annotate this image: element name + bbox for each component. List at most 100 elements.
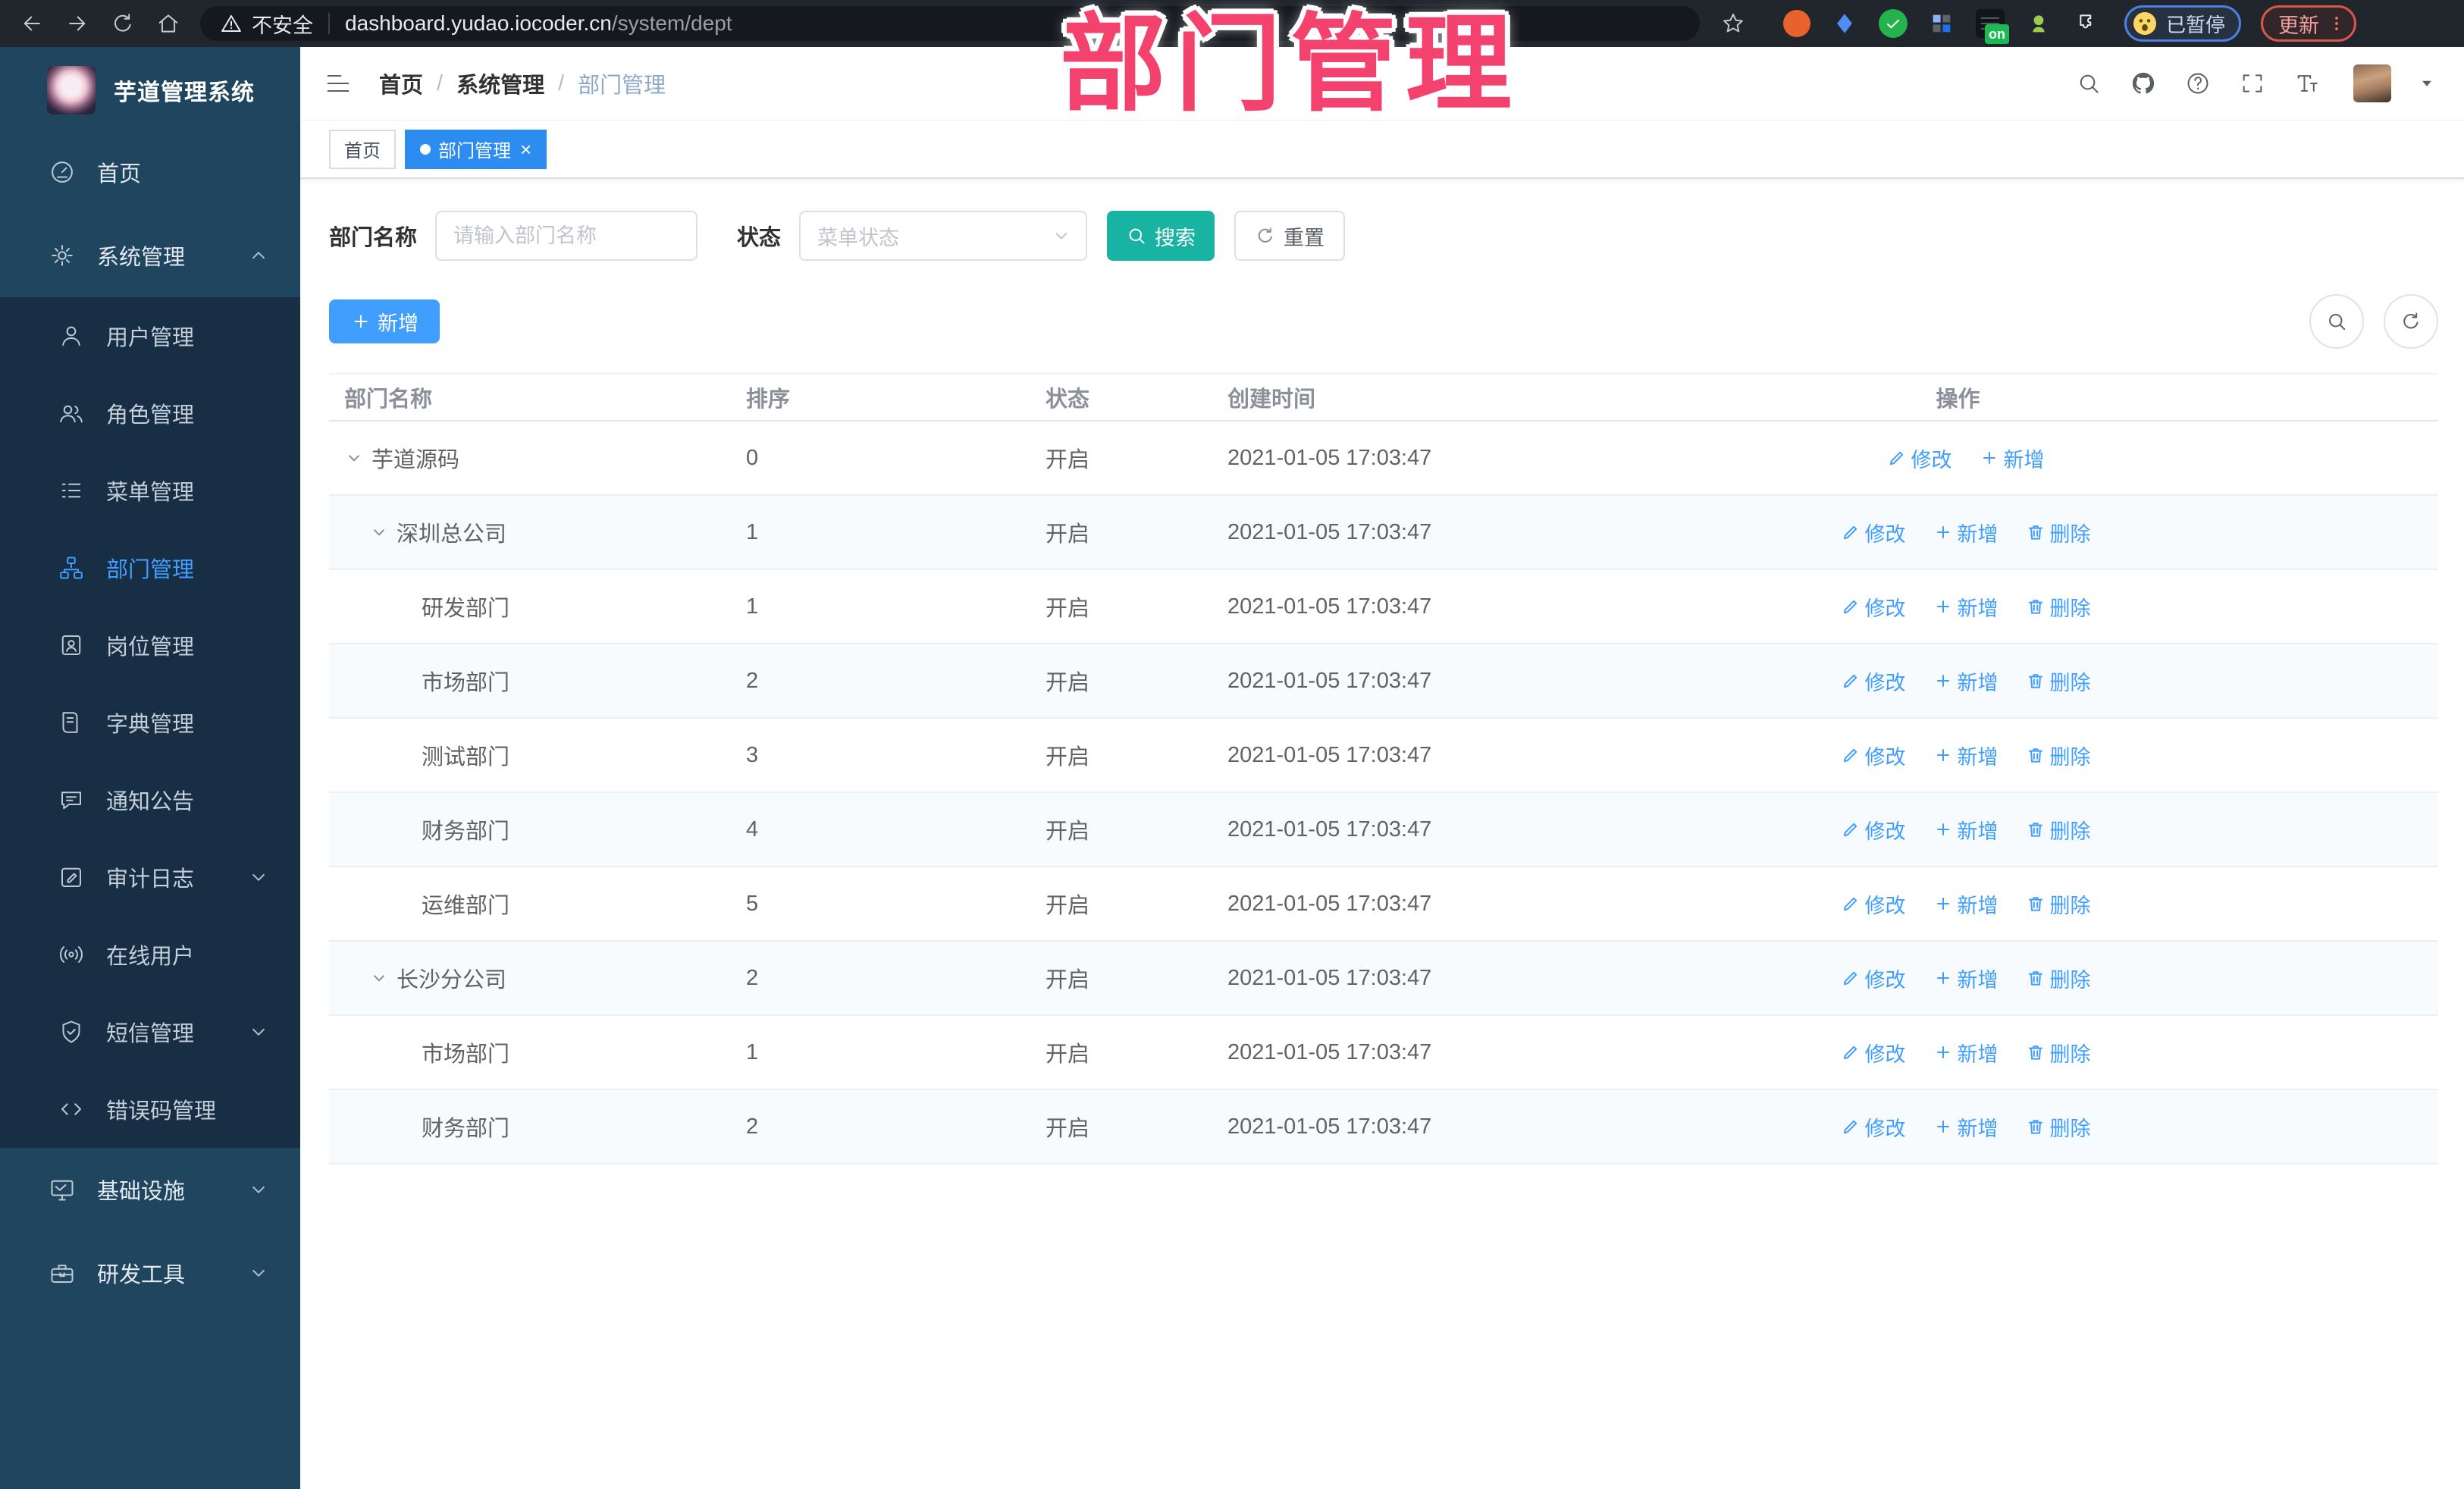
pen-icon bbox=[1841, 820, 1861, 839]
tab-close-icon[interactable]: × bbox=[520, 139, 531, 159]
puzzle-extension-icon[interactable] bbox=[2073, 9, 2102, 38]
tree-expand-icon[interactable] bbox=[344, 444, 371, 472]
sidebar-item-online-user[interactable]: 在线用户 bbox=[0, 916, 300, 993]
droid-extension-icon[interactable] bbox=[2024, 9, 2053, 38]
row-action-trash[interactable]: 删除 bbox=[2026, 815, 2091, 845]
help-icon[interactable] bbox=[2183, 69, 2212, 98]
header-search-icon[interactable] bbox=[2074, 69, 2103, 98]
row-action-trash[interactable]: 删除 bbox=[2026, 592, 2091, 622]
browser-profile-chip[interactable]: 已暂停 bbox=[2124, 5, 2242, 42]
sidebar-menu: 首页 系统管理 用户管理 角色管理 菜单管理 部门管理 岗位管理 字典管理 通知公告 审计日志 在线… bbox=[0, 130, 300, 1315]
sidebar-item-sms[interactable]: 短信管理 bbox=[0, 993, 300, 1071]
sidebar-item-system[interactable]: 系统管理 bbox=[0, 214, 300, 297]
tree-expand-icon[interactable] bbox=[369, 519, 397, 546]
row-action-pen[interactable]: 修改 bbox=[1841, 666, 1906, 696]
row-action-plus[interactable]: 新增 bbox=[1980, 444, 2045, 473]
row-action-pen[interactable]: 修改 bbox=[1841, 518, 1906, 547]
adblock-extension-icon[interactable] bbox=[1783, 10, 1810, 37]
grid-extension-icon[interactable] bbox=[1927, 9, 1956, 38]
browser-back-icon[interactable] bbox=[15, 7, 49, 40]
sidebar-item-home[interactable]: 首页 bbox=[0, 130, 300, 214]
tree-expand-icon[interactable] bbox=[369, 964, 397, 992]
row-action-pen[interactable]: 修改 bbox=[1841, 889, 1906, 919]
cell-created-time: 2021-01-05 17:03:47 bbox=[1212, 446, 1478, 471]
row-action-plus[interactable]: 新增 bbox=[1933, 592, 1998, 622]
font-size-icon[interactable] bbox=[2293, 69, 2321, 98]
location-pin-extension-icon[interactable] bbox=[1830, 9, 1859, 38]
row-action-pen[interactable]: 修改 bbox=[1841, 741, 1906, 770]
sidebar-item-dept[interactable]: 部门管理 bbox=[0, 529, 300, 607]
sidebar-logo-row[interactable]: 芋道管理系统 bbox=[0, 47, 300, 123]
org-tree-icon bbox=[58, 554, 85, 581]
row-action-plus[interactable]: 新增 bbox=[1933, 889, 1998, 919]
row-action-plus[interactable]: 新增 bbox=[1933, 741, 1998, 770]
add-button[interactable]: 新增 bbox=[329, 299, 440, 343]
browser-home-icon[interactable] bbox=[152, 7, 185, 40]
cell-sort: 1 bbox=[731, 1040, 1030, 1065]
main-area: 首页/系统管理/部门管理 首页部门管理× 部门名称 状态 菜单状态 bbox=[300, 47, 2464, 1489]
breadcrumb-item[interactable]: 首页 bbox=[379, 67, 423, 99]
row-action-pen[interactable]: 修改 bbox=[1841, 964, 1906, 993]
breadcrumb-item: 部门管理 bbox=[578, 74, 666, 98]
sidebar-item-dev-tools[interactable]: 研发工具 bbox=[0, 1231, 300, 1315]
v-green-extension-icon[interactable] bbox=[1879, 9, 1908, 38]
avatar-caret-down-icon[interactable] bbox=[2417, 74, 2437, 93]
row-action-plus[interactable]: 新增 bbox=[1933, 1038, 1998, 1067]
sidebar-item-menu[interactable]: 菜单管理 bbox=[0, 452, 300, 529]
sidebar-item-infra[interactable]: 基础设施 bbox=[0, 1148, 300, 1231]
action-label: 新增 bbox=[1957, 820, 1998, 843]
list-dark-extension-icon[interactable]: on bbox=[1976, 9, 2009, 44]
url-path: /system/dept bbox=[611, 11, 732, 35]
refresh-icon bbox=[2400, 310, 2422, 333]
fullscreen-icon[interactable] bbox=[2238, 69, 2267, 98]
sidebar-item-post[interactable]: 岗位管理 bbox=[0, 607, 300, 684]
row-action-plus[interactable]: 新增 bbox=[1933, 518, 1998, 547]
code-icon bbox=[58, 1096, 85, 1123]
row-action-pen[interactable]: 修改 bbox=[1841, 592, 1906, 622]
sidebar-item-role[interactable]: 角色管理 bbox=[0, 375, 300, 452]
browser-menu-dots-icon[interactable] bbox=[2327, 14, 2346, 33]
row-action-pen[interactable]: 修改 bbox=[1841, 1038, 1906, 1067]
col-header-status: 状态 bbox=[1045, 387, 1090, 412]
refresh-table-button[interactable] bbox=[2384, 294, 2438, 349]
status-label: 状态 bbox=[737, 226, 782, 250]
cell-actions: 修改 新增 删除 bbox=[1478, 1038, 2438, 1067]
row-action-plus[interactable]: 新增 bbox=[1933, 964, 1998, 993]
browser-reload-icon[interactable] bbox=[106, 7, 140, 40]
sidebar-item-audit-log[interactable]: 审计日志 bbox=[0, 839, 300, 916]
user-avatar[interactable] bbox=[2353, 64, 2391, 102]
dept-name-input[interactable] bbox=[435, 211, 698, 261]
row-action-trash[interactable]: 删除 bbox=[2026, 1038, 2091, 1067]
reset-button[interactable]: 重置 bbox=[1234, 211, 1346, 261]
address-bar[interactable]: 不安全 dashboard.yudao.iocoder.cn /system/d… bbox=[200, 6, 1700, 41]
sidebar-item-notice[interactable]: 通知公告 bbox=[0, 761, 300, 839]
row-action-trash[interactable]: 删除 bbox=[2026, 741, 2091, 770]
browser-forward-icon[interactable] bbox=[61, 7, 94, 40]
row-action-plus[interactable]: 新增 bbox=[1933, 666, 1998, 696]
sidebar-item-dict[interactable]: 字典管理 bbox=[0, 684, 300, 761]
hamburger-icon[interactable] bbox=[323, 68, 353, 99]
toggle-search-button[interactable] bbox=[2309, 294, 2364, 349]
row-action-pen[interactable]: 修改 bbox=[1841, 1112, 1906, 1142]
cell-created-time: 2021-01-05 17:03:47 bbox=[1212, 594, 1478, 619]
row-action-trash[interactable]: 删除 bbox=[2026, 666, 2091, 696]
sidebar-item-error-code[interactable]: 错误码管理 bbox=[0, 1071, 300, 1148]
status-select[interactable]: 菜单状态 bbox=[799, 211, 1088, 261]
row-action-trash[interactable]: 删除 bbox=[2026, 1112, 2091, 1142]
bookmark-star-icon[interactable] bbox=[1716, 7, 1750, 40]
row-action-pen[interactable]: 修改 bbox=[1887, 444, 1952, 473]
browser-update-button[interactable]: 更新 bbox=[2261, 5, 2357, 42]
tab-active[interactable]: 部门管理 × bbox=[405, 129, 547, 169]
row-action-plus[interactable]: 新增 bbox=[1933, 815, 1998, 845]
row-action-plus[interactable]: 新增 bbox=[1933, 1112, 1998, 1142]
row-action-trash[interactable]: 删除 bbox=[2026, 518, 2091, 547]
not-secure-label: 不安全 bbox=[252, 14, 313, 37]
row-action-pen[interactable]: 修改 bbox=[1841, 815, 1906, 845]
tab-item[interactable]: 首页 bbox=[329, 129, 396, 169]
github-icon[interactable] bbox=[2129, 69, 2158, 98]
sidebar-item-user[interactable]: 用户管理 bbox=[0, 297, 300, 375]
row-action-trash[interactable]: 删除 bbox=[2026, 964, 2091, 993]
row-action-trash[interactable]: 删除 bbox=[2026, 889, 2091, 919]
search-button[interactable]: 搜索 bbox=[1107, 211, 1215, 261]
breadcrumb-item[interactable]: 系统管理 bbox=[456, 67, 544, 99]
